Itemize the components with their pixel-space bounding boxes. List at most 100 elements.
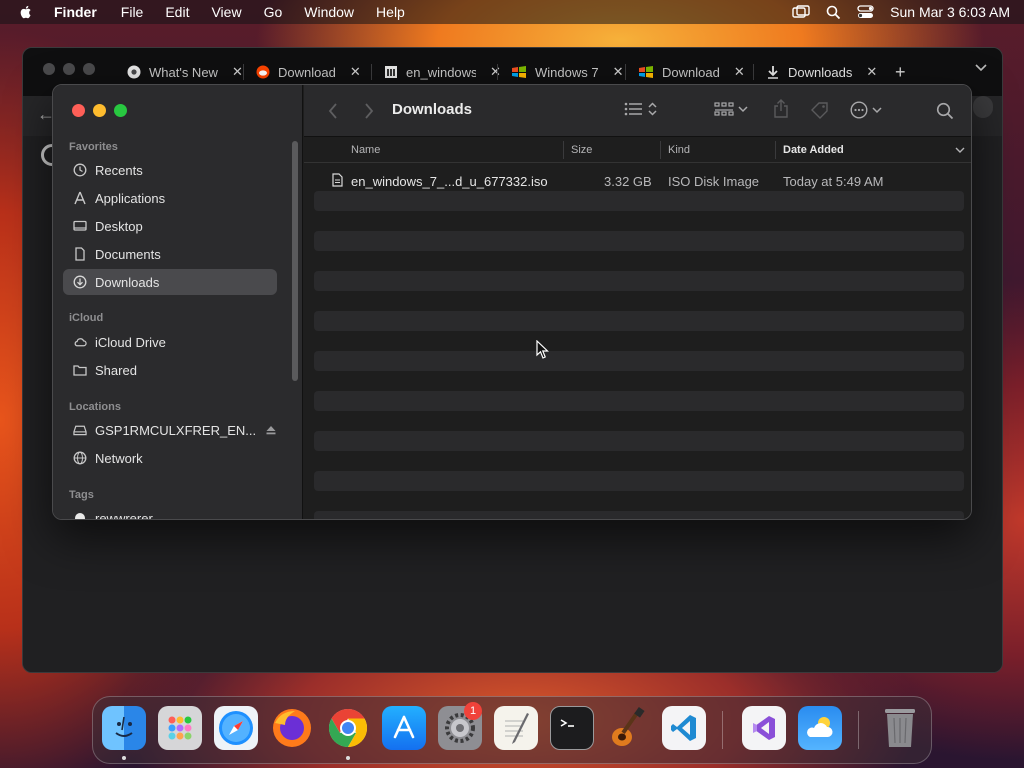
sidebar-item-desktop[interactable]: Desktop — [63, 213, 277, 239]
browser-window-controls — [43, 63, 95, 75]
trash-can-icon — [885, 709, 915, 747]
dock-textedit-icon[interactable] — [494, 706, 538, 750]
browser-tab-download-reddit[interactable]: Download ✕ — [256, 60, 361, 84]
column-divider[interactable] — [563, 141, 564, 159]
file-date-added: Today at 5:49 AM — [783, 174, 884, 189]
chevron-down-icon — [738, 106, 748, 113]
column-divider[interactable] — [775, 141, 776, 159]
spotlight-search-icon[interactable] — [826, 5, 841, 20]
screen-mirroring-icon[interactable] — [792, 5, 810, 19]
browser-tab-windows-7[interactable]: Windows 7 ✕ — [511, 60, 623, 84]
clock-icon — [73, 163, 87, 177]
forward-chevron-icon[interactable] — [364, 103, 374, 119]
sidebar-item-downloads[interactable]: Downloads — [63, 269, 277, 295]
menu-edit[interactable]: Edit — [165, 4, 189, 20]
close-icon[interactable]: ✕ — [350, 64, 361, 80]
dock: 1 — [92, 696, 932, 764]
chrome-icon — [127, 65, 141, 79]
running-indicator — [122, 756, 126, 760]
apple-icon[interactable] — [18, 4, 34, 20]
tab-divider — [625, 64, 626, 80]
browser-close-button[interactable] — [43, 63, 55, 75]
shared-folder-icon — [73, 365, 87, 376]
windows-icon — [639, 66, 653, 78]
sort-chevron-down-icon[interactable] — [955, 147, 965, 154]
dock-firefox-icon[interactable] — [270, 706, 314, 750]
sidebar-item-disk-volume[interactable]: GSP1RMCULXFRER_EN... — [63, 417, 277, 443]
sidebar-item-network[interactable]: Network — [63, 445, 277, 471]
dock-garageband-icon[interactable] — [606, 706, 650, 750]
browser-menu-button[interactable] — [973, 96, 993, 118]
browser-tab-whats-new[interactable]: What's New ✕ — [127, 60, 243, 84]
new-tab-button[interactable]: + — [895, 62, 906, 83]
menu-app-finder[interactable]: Finder — [54, 4, 97, 20]
sidebar-item-label: Shared — [95, 362, 137, 378]
tab-search-chevron-icon[interactable] — [975, 64, 987, 72]
table-row[interactable]: en_windows_7_...d_u_677332.iso 3.32 GB I… — [314, 171, 964, 191]
control-center-icon[interactable] — [857, 5, 874, 19]
menu-file[interactable]: File — [121, 4, 144, 20]
dock-finder-icon[interactable] — [102, 706, 146, 750]
browser-tab-download-windows[interactable]: Download ✕ — [638, 60, 745, 84]
back-chevron-icon[interactable] — [328, 103, 338, 119]
browser-zoom-button[interactable] — [83, 63, 95, 75]
action-menu-button[interactable] — [850, 101, 882, 119]
close-icon[interactable]: ✕ — [734, 64, 745, 80]
menu-window[interactable]: Window — [304, 4, 354, 20]
disk-icon — [73, 425, 87, 436]
sidebar-section-locations: Locations — [69, 401, 121, 413]
column-date-added[interactable]: Date Added — [783, 144, 844, 156]
vscode-logo-icon — [671, 715, 696, 741]
search-icon[interactable] — [936, 102, 954, 120]
menu-clock[interactable]: Sun Mar 3 6:03 AM — [890, 4, 1010, 20]
dock-weather-icon[interactable] — [798, 706, 842, 750]
sidebar-item-documents[interactable]: Documents — [63, 241, 277, 267]
dock-vscode-icon[interactable] — [662, 706, 706, 750]
close-button[interactable] — [72, 104, 85, 117]
close-icon[interactable]: ✕ — [232, 64, 243, 80]
zoom-button[interactable] — [114, 104, 127, 117]
sidebar-item-recents[interactable]: Recents — [63, 157, 277, 183]
up-down-chevron-icon — [648, 102, 657, 116]
dock-visual-studio-icon[interactable] — [742, 706, 786, 750]
menu-view[interactable]: View — [211, 4, 241, 20]
eject-icon[interactable] — [264, 425, 278, 435]
column-name[interactable]: Name — [351, 144, 380, 156]
browser-tab-downloads[interactable]: Downloads ✕ — [766, 60, 877, 84]
share-icon[interactable] — [773, 99, 789, 119]
sidebar-scrollbar[interactable] — [292, 141, 298, 381]
browser-minimize-button[interactable] — [63, 63, 75, 75]
dock-terminal-icon[interactable] — [550, 706, 594, 750]
column-kind[interactable]: Kind — [668, 144, 690, 156]
menu-help[interactable]: Help — [376, 4, 405, 20]
close-icon[interactable]: ✕ — [613, 64, 624, 80]
group-by-button[interactable] — [714, 101, 748, 117]
sidebar-item-tag-rewwrerer[interactable]: rewwrerer — [63, 505, 277, 519]
column-divider[interactable] — [660, 141, 661, 159]
minimize-button[interactable] — [93, 104, 106, 117]
notepad-pen-icon — [505, 713, 529, 744]
sidebar-item-shared[interactable]: Shared — [63, 357, 277, 383]
visual-studio-logo-icon — [753, 716, 775, 740]
menu-go[interactable]: Go — [264, 4, 283, 20]
column-size[interactable]: Size — [571, 144, 592, 156]
column-header: Name Size Kind Date Added — [304, 137, 971, 163]
browser-tab-en-windows[interactable]: en_windows ✕ — [384, 60, 501, 84]
dock-app-store-icon[interactable] — [382, 706, 426, 750]
tag-icon[interactable] — [810, 101, 830, 119]
sidebar-section-tags: Tags — [69, 489, 94, 501]
close-icon[interactable]: ✕ — [866, 64, 877, 80]
sidebar-item-applications[interactable]: Applications — [63, 185, 277, 211]
dock-trash-icon[interactable] — [878, 706, 922, 750]
dock-launchpad-icon[interactable] — [158, 706, 202, 750]
dock-safari-icon[interactable] — [214, 706, 258, 750]
close-icon[interactable]: ✕ — [490, 64, 501, 80]
desktop-icon — [73, 220, 87, 231]
sidebar-item-label: Downloads — [95, 274, 160, 290]
sidebar-item-label: Recents — [95, 162, 143, 178]
reddit-icon — [256, 65, 270, 79]
guitar-icon — [612, 707, 645, 746]
dock-chrome-icon[interactable] — [326, 706, 370, 750]
list-view-button[interactable] — [624, 101, 657, 117]
sidebar-item-icloud-drive[interactable]: iCloud Drive — [63, 329, 277, 355]
